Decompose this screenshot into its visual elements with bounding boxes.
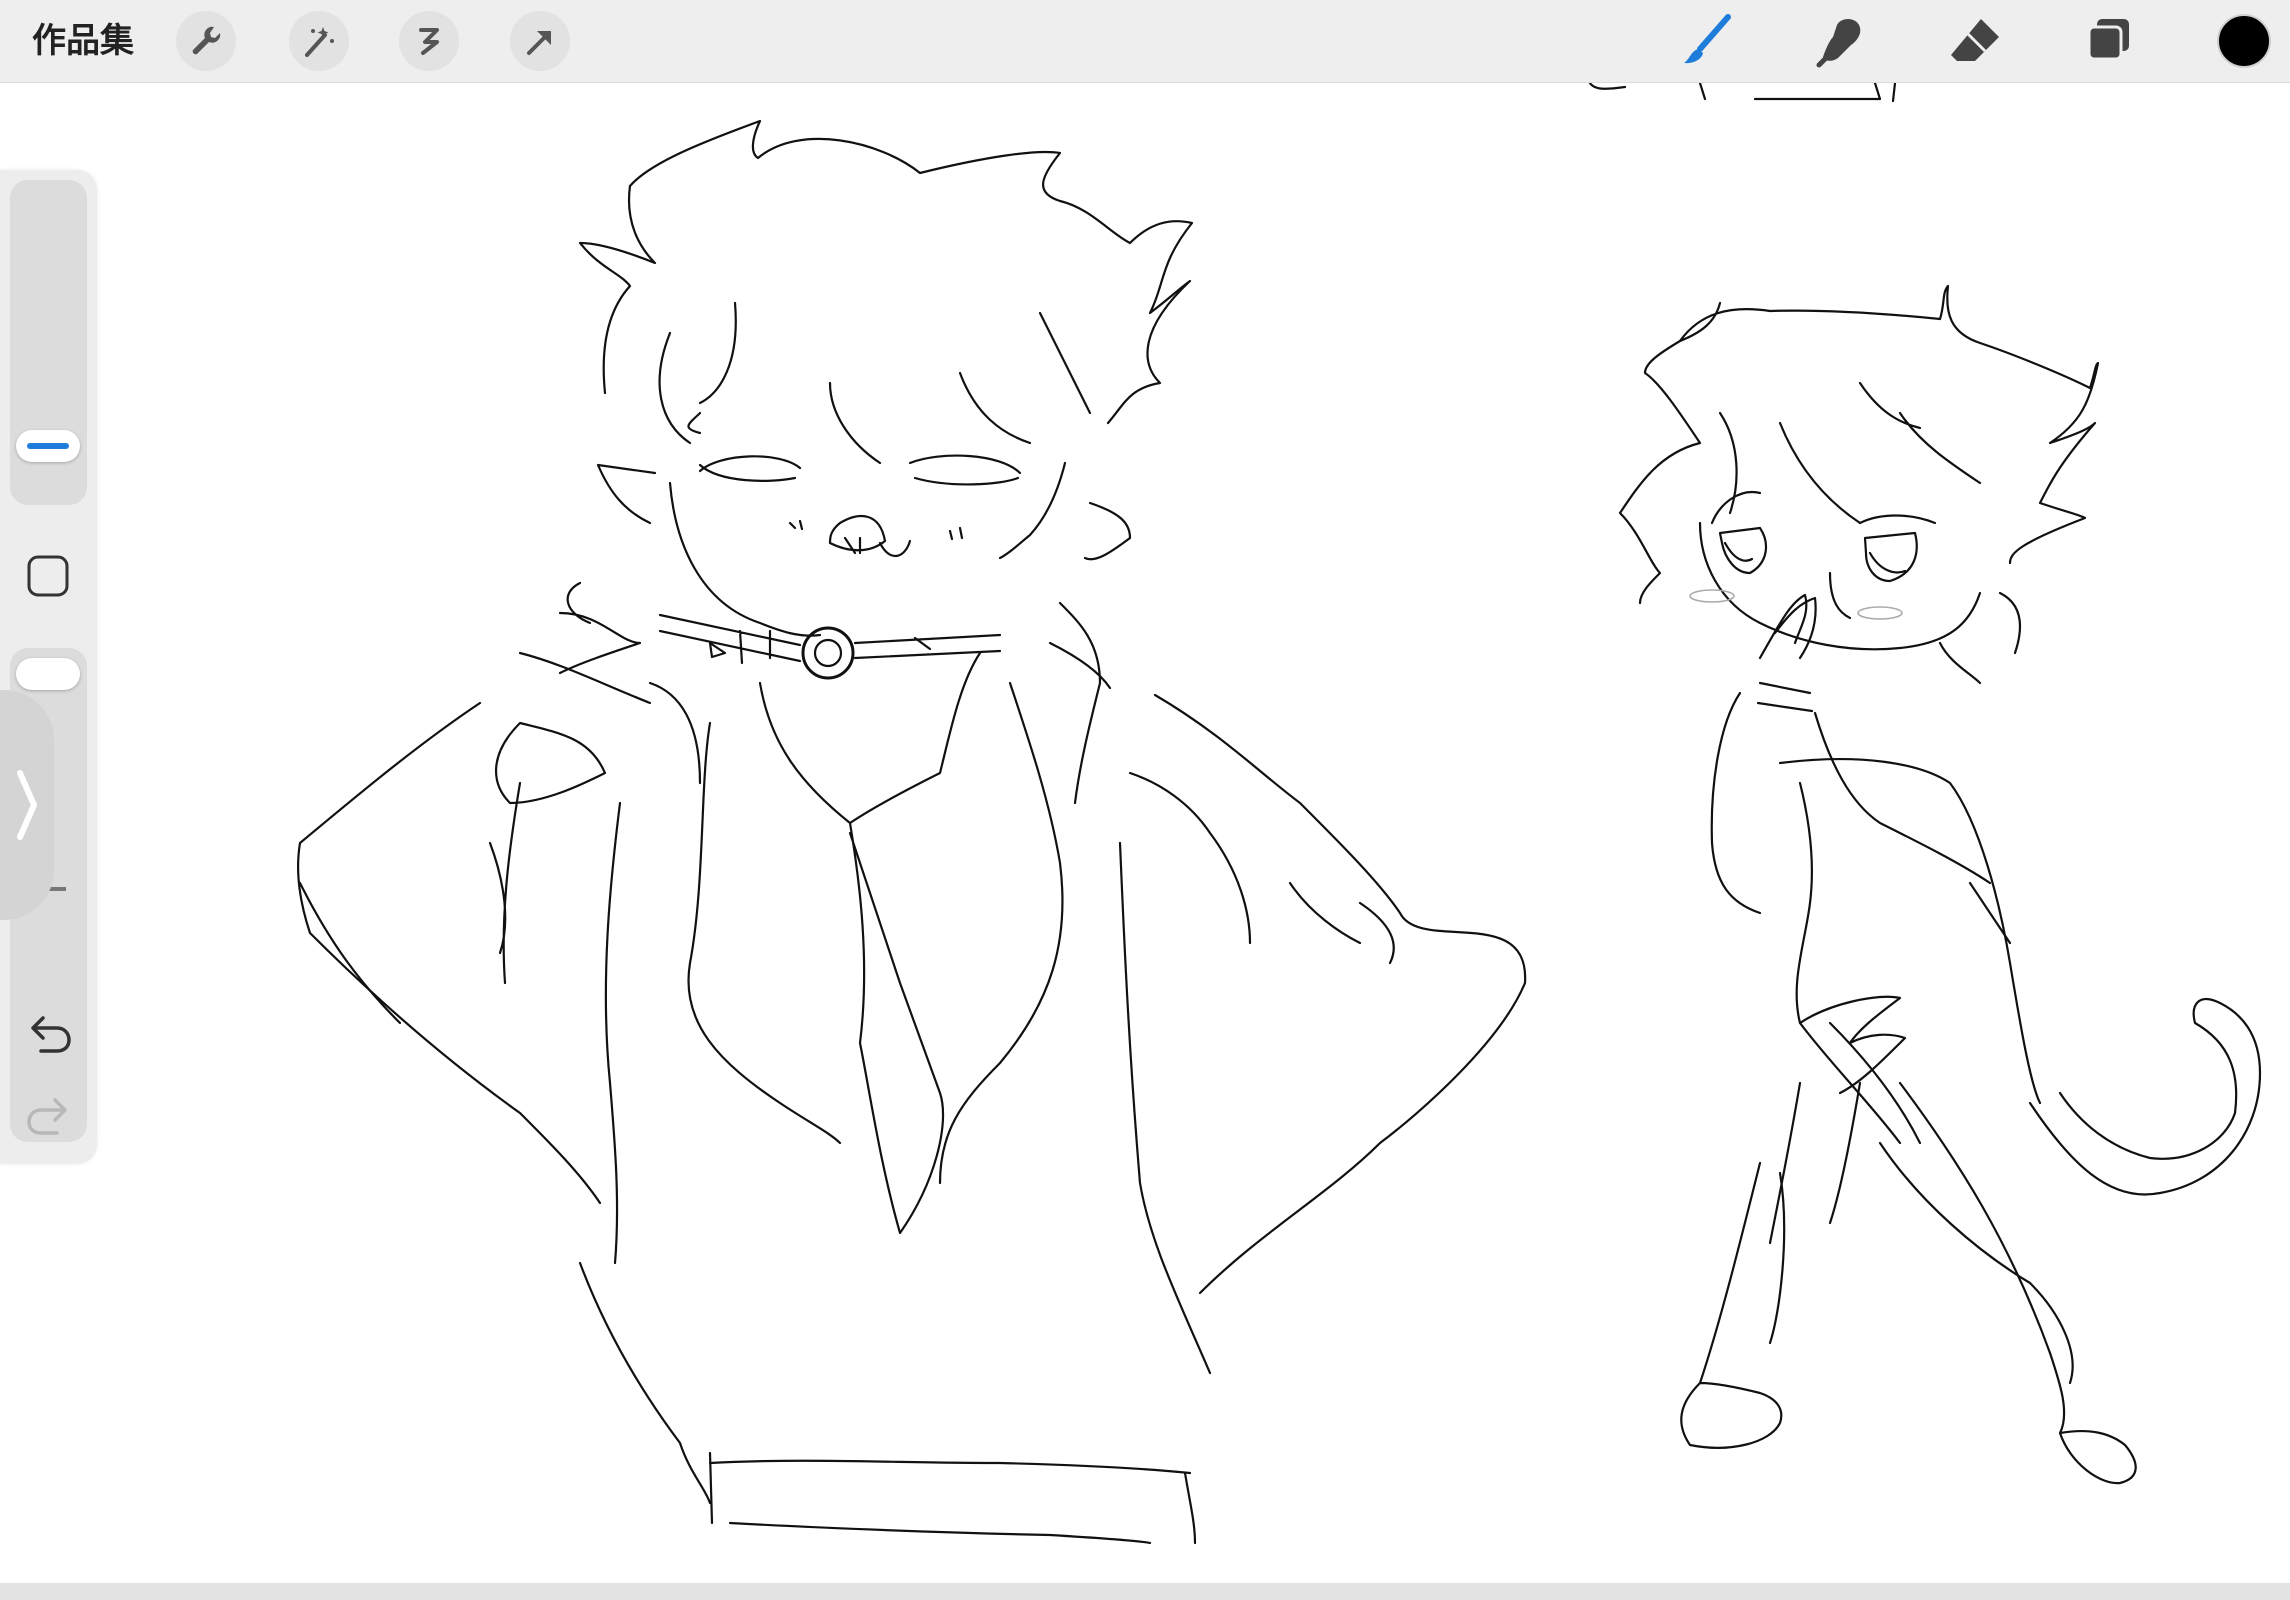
top-toolbar: 作品集 — [0, 0, 2290, 83]
actions-button[interactable] — [176, 11, 236, 71]
adjustments-button[interactable] — [289, 11, 349, 71]
redo-icon[interactable] — [23, 1090, 75, 1142]
color-picker-button[interactable] — [2217, 14, 2271, 68]
selection-icon — [419, 28, 439, 55]
opacity-handle[interactable] — [16, 658, 80, 690]
eraser-icon — [1951, 19, 1999, 61]
smudge-button[interactable] — [1808, 8, 1874, 74]
bottom-edge-bar — [0, 1583, 2290, 1600]
undo-icon[interactable] — [23, 1008, 75, 1060]
transform-button[interactable] — [510, 11, 570, 71]
gallery-button[interactable]: 作品集 — [32, 18, 134, 64]
eraser-button[interactable] — [1942, 8, 2008, 74]
magic-wand-icon — [305, 27, 334, 57]
modify-square-icon — [27, 555, 69, 597]
selection-button[interactable] — [399, 11, 459, 71]
left-sidebar — [0, 170, 97, 1164]
sketch-artwork — [296, 83, 2262, 1545]
layers-icon — [2087, 19, 2129, 61]
brush-size-slider[interactable] — [10, 180, 87, 505]
chevron-right-icon — [17, 770, 37, 840]
wrench-icon — [192, 26, 221, 55]
layers-button[interactable] — [2076, 8, 2142, 74]
transform-arrow-icon — [527, 31, 551, 55]
modify-button[interactable] — [25, 553, 71, 599]
sidebar-toggle-tab[interactable] — [0, 690, 54, 920]
brush-size-handle[interactable] — [16, 430, 80, 463]
brush-button[interactable] — [1675, 8, 1741, 74]
smudge-icon — [1816, 19, 1861, 68]
drawing-canvas[interactable] — [0, 83, 2290, 1583]
brush-icon — [1684, 14, 1731, 64]
